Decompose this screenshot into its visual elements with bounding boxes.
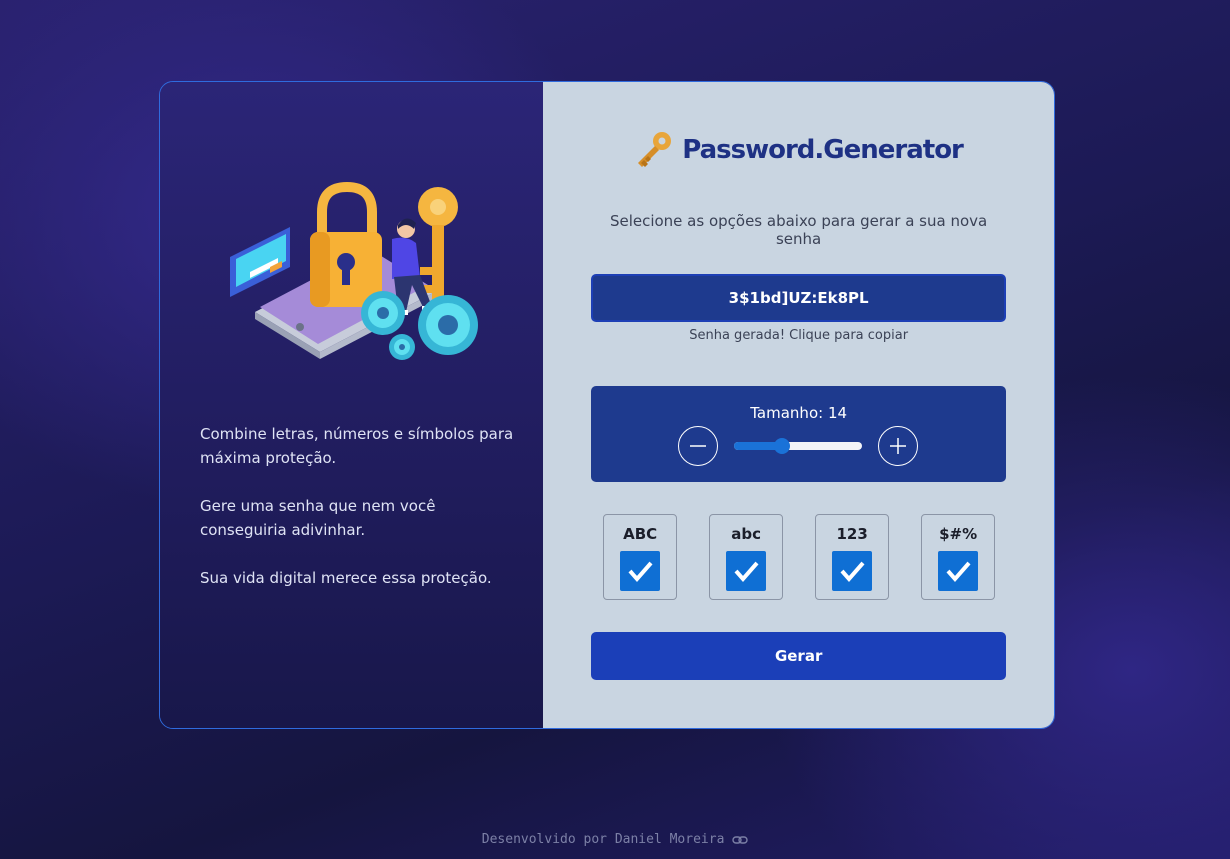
- minus-icon: [690, 445, 707, 447]
- info-panel: Combine letras, números e símbolos para …: [160, 82, 544, 728]
- symbols-checkbox[interactable]: [938, 551, 979, 591]
- option-symbols[interactable]: $#%: [921, 514, 996, 600]
- size-control: Tamanho: 14: [591, 386, 1007, 482]
- generator-card: Combine letras, números e símbolos para …: [159, 81, 1055, 729]
- checkmark-icon: [946, 561, 971, 583]
- info-paragraph: Combine letras, números e símbolos para …: [200, 425, 514, 467]
- info-paragraph: Sua vida digital merece essa proteção.: [200, 569, 492, 587]
- generate-button[interactable]: Gerar: [591, 632, 1007, 680]
- checkmark-icon: [840, 561, 865, 583]
- uppercase-checkbox[interactable]: [620, 551, 661, 591]
- info-paragraph: Gere uma senha que nem você conseguiria …: [200, 497, 436, 539]
- option-label: 123: [836, 525, 868, 543]
- size-label: Tamanho: 14: [750, 404, 848, 422]
- key-icon: [638, 132, 672, 167]
- app-title: Password.Generator: [682, 135, 964, 165]
- plus-icon: [890, 438, 907, 454]
- numbers-checkbox[interactable]: [832, 551, 873, 591]
- generator-panel: Password.Generator Selecione as opções a…: [543, 82, 1054, 728]
- checkmark-icon: [734, 561, 759, 583]
- slider-thumb[interactable]: [773, 438, 790, 454]
- option-label: abc: [731, 525, 762, 543]
- info-text: Combine letras, números e símbolos para …: [200, 422, 520, 614]
- increase-size-button[interactable]: [878, 426, 919, 466]
- copy-hint: Senha gerada! Clique para copiar: [689, 328, 909, 343]
- security-illustration: [230, 181, 478, 360]
- lowercase-checkbox[interactable]: [726, 551, 767, 591]
- instructions-text: Selecione as opções abaixo para gerar a …: [609, 212, 988, 248]
- brand-header: Password.Generator: [543, 130, 1054, 170]
- generated-password[interactable]: 3$1bd]UZ:Ek8PL: [591, 274, 1007, 322]
- option-uppercase[interactable]: ABC: [603, 514, 678, 600]
- decrease-size-button[interactable]: [678, 426, 719, 466]
- footer: Desenvolvido por Daniel Moreira: [0, 832, 1230, 847]
- option-label: ABC: [623, 525, 658, 543]
- option-numbers[interactable]: 123: [815, 514, 890, 600]
- option-label: $#%: [939, 525, 978, 543]
- character-options: ABC abc 123 $#%: [603, 514, 996, 600]
- option-lowercase[interactable]: abc: [709, 514, 784, 600]
- checkmark-icon: [628, 561, 653, 583]
- link-icon[interactable]: [732, 834, 748, 846]
- size-slider[interactable]: [734, 438, 863, 454]
- footer-credit-link[interactable]: Desenvolvido por Daniel Moreira: [482, 832, 725, 847]
